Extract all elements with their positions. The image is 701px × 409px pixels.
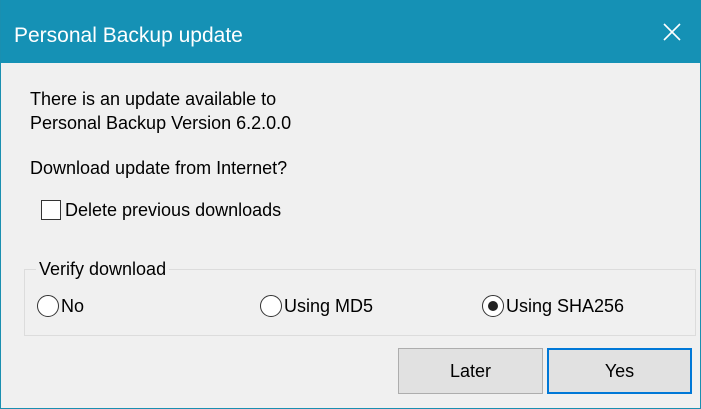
checkbox-label: Delete previous downloads — [65, 200, 282, 220]
later-button[interactable]: Later — [398, 348, 543, 394]
radio-md5[interactable]: Using MD5 — [260, 294, 373, 318]
close-button[interactable] — [644, 0, 700, 63]
delete-previous-downloads-checkbox[interactable]: Delete previous downloads — [41, 197, 281, 223]
radio-md5-circle[interactable] — [260, 295, 282, 317]
radio-sha256[interactable]: Using SHA256 — [482, 294, 624, 318]
window-title: Personal Backup update — [14, 24, 243, 47]
update-message-line-1: There is an update available to — [30, 89, 277, 109]
radio-md5-label: Using MD5 — [284, 296, 374, 316]
radio-no-circle[interactable] — [37, 295, 59, 317]
radio-no-label: No — [61, 296, 85, 316]
close-icon — [662, 22, 682, 42]
radio-sha256-circle[interactable] — [482, 295, 504, 317]
checkbox-box[interactable] — [41, 200, 61, 220]
title-bar[interactable]: Personal Backup update — [1, 0, 700, 63]
update-message-line-2: Personal Backup Version 6.2.0.0 — [30, 113, 292, 133]
verify-download-label: Verify download — [36, 258, 170, 280]
download-question: Download update from Internet? — [30, 158, 288, 178]
radio-no[interactable]: No — [37, 294, 84, 318]
yes-button[interactable]: Yes — [547, 348, 692, 394]
radio-sha256-label: Using SHA256 — [506, 296, 625, 316]
update-dialog: Personal Backup update There is an updat… — [0, 0, 701, 409]
